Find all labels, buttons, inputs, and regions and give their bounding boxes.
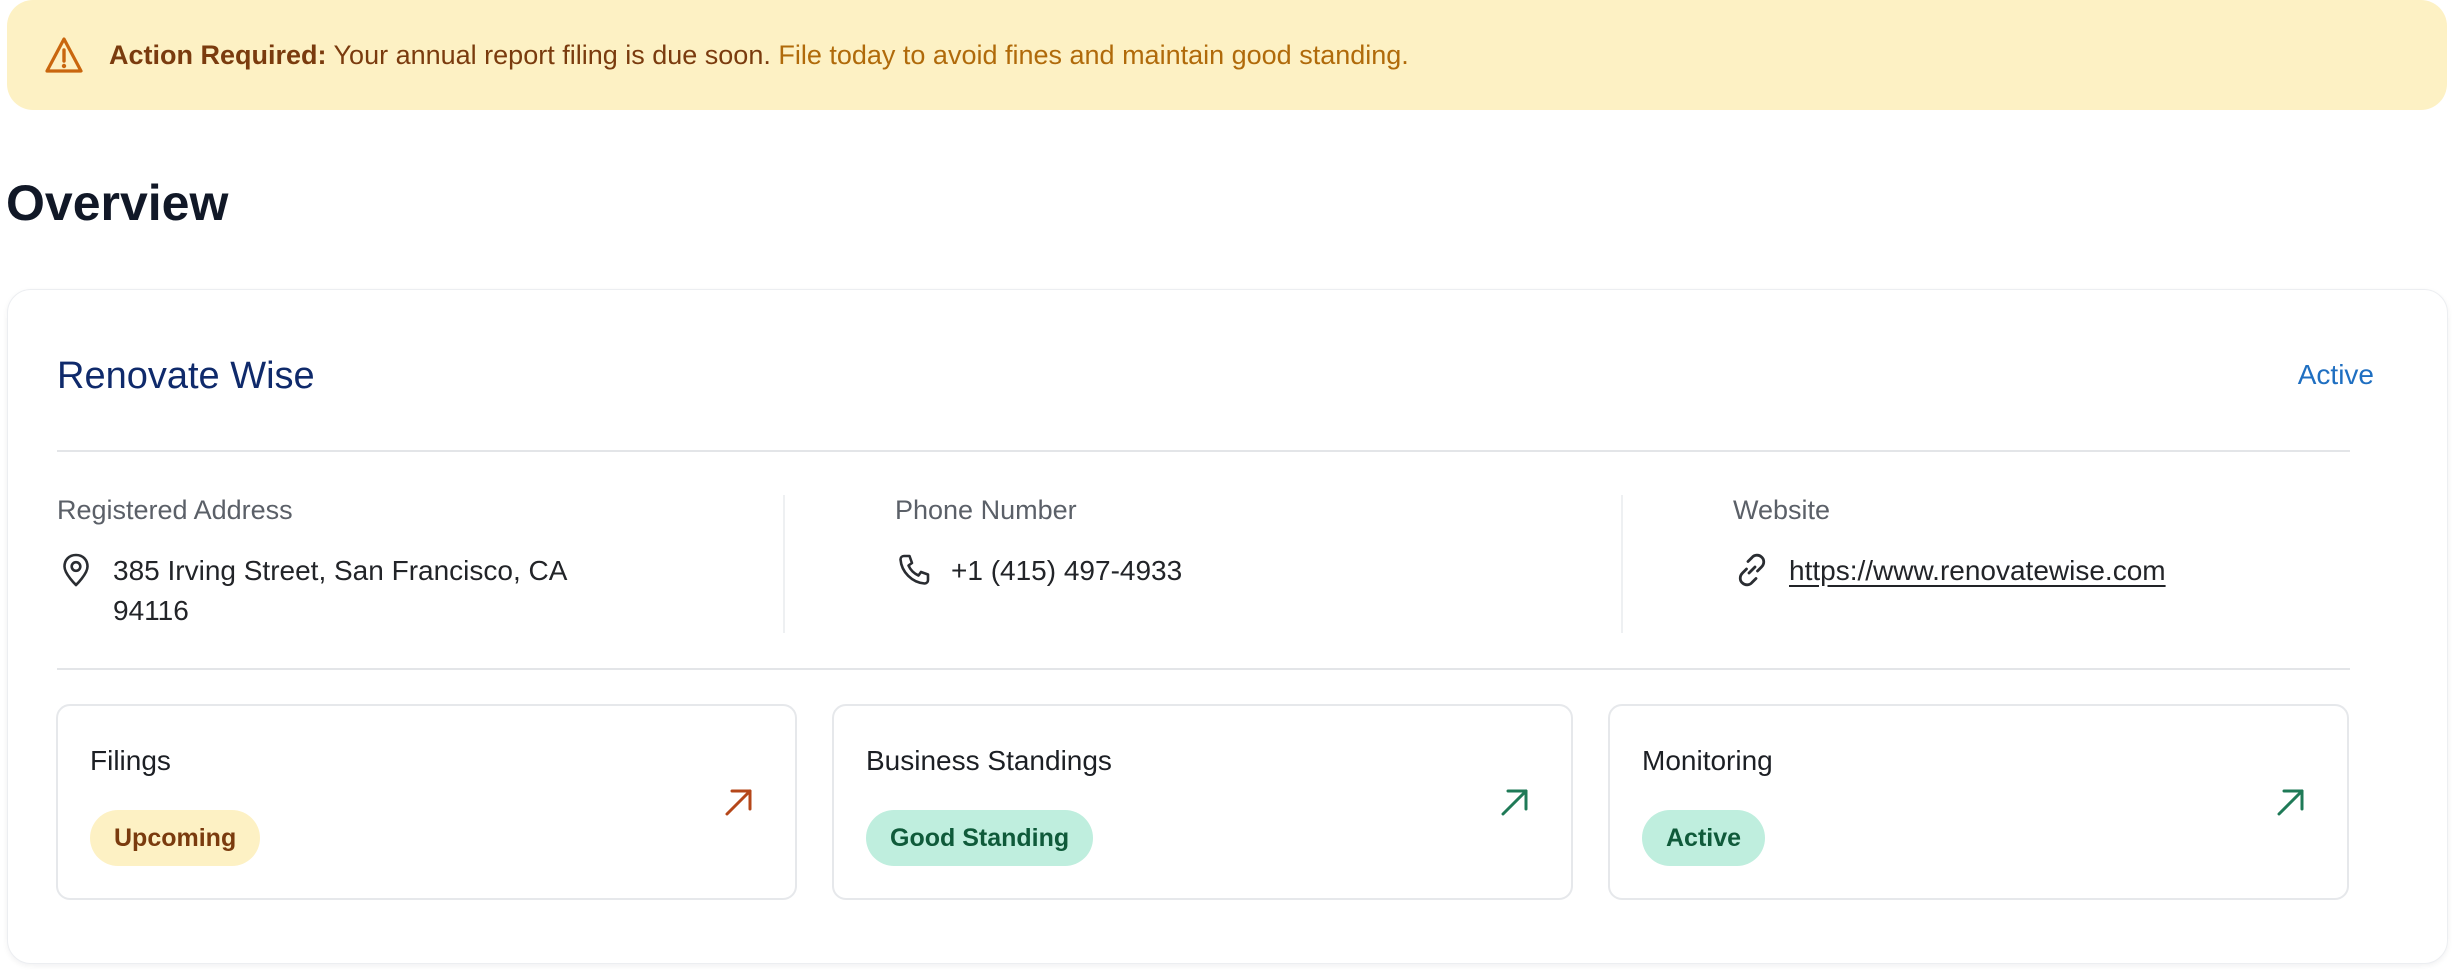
website-label: Website	[1733, 495, 1831, 525]
divider	[57, 450, 2350, 452]
monitoring-tile[interactable]: Monitoring Active	[1608, 704, 2349, 900]
alert-text: Action Required: Your annual report fili…	[109, 39, 1409, 70]
link-icon	[1738, 553, 1766, 587]
company-name: Renovate Wise	[57, 355, 315, 397]
website-section: Website https://www.renovatewise.com	[1733, 497, 2353, 637]
alert-cta-text[interactable]: File today to avoid fines and maintain g…	[778, 40, 1408, 70]
phone-icon	[899, 554, 930, 585]
website-link[interactable]: https://www.renovatewise.com	[1789, 551, 2166, 591]
monitoring-tile-title: Monitoring	[1642, 745, 1773, 776]
registered-address-value: 385 Irving Street, San Francisco, CA 941…	[113, 551, 633, 631]
phone-number-section: Phone Number +1 (415) 497-4933	[895, 497, 1515, 637]
arrow-up-right-icon[interactable]	[721, 784, 757, 820]
map-pin-icon	[63, 553, 89, 587]
filings-tile-title: Filings	[90, 745, 171, 776]
status-badge: Upcoming	[90, 810, 261, 866]
divider	[57, 668, 2350, 670]
arrow-up-right-icon[interactable]	[2273, 784, 2309, 820]
alert-message: Your annual report filing is due soon.	[333, 39, 771, 70]
column-separator	[1621, 495, 1623, 633]
warning-triangle-icon	[43, 34, 85, 76]
company-overview-card: Renovate Wise Active Registered Address …	[7, 289, 2448, 964]
address-line-2: 94116	[113, 595, 189, 626]
status-badge: Good Standing	[866, 810, 1094, 866]
business-standings-tile[interactable]: Business Standings Good Standing	[832, 704, 1573, 900]
phone-number-label: Phone Number	[895, 495, 1077, 525]
alert-title: Action Required:	[109, 39, 327, 70]
registered-address-label: Registered Address	[57, 495, 293, 525]
page-title: Overview	[6, 175, 229, 231]
phone-number-value: +1 (415) 497-4933	[951, 555, 1183, 586]
business-standings-tile-title: Business Standings	[866, 745, 1112, 776]
company-status-link[interactable]: Active	[2298, 361, 2374, 389]
address-line-1: 385 Irving Street, San Francisco, CA	[113, 555, 568, 586]
column-separator	[783, 495, 785, 633]
filings-tile[interactable]: Filings Upcoming	[56, 704, 797, 900]
action-required-banner: Action Required: Your annual report fili…	[7, 0, 2447, 110]
arrow-up-right-icon[interactable]	[1497, 784, 1533, 820]
page: Action Required: Your annual report fili…	[0, 0, 2455, 972]
status-badge: Active	[1642, 810, 1766, 866]
registered-address-section: Registered Address 385 Irving Street, Sa…	[57, 497, 677, 637]
